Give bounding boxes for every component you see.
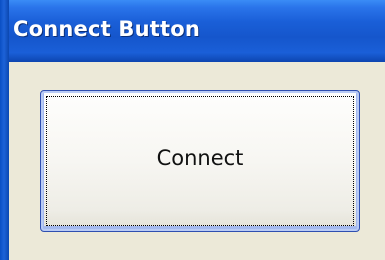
window-title: Connect Button: [13, 17, 200, 41]
window-left-border: [0, 0, 9, 260]
app-window: Connect Button Connect: [0, 0, 385, 260]
connect-button[interactable]: Connect: [40, 90, 360, 232]
connect-button-label: Connect: [156, 146, 244, 170]
title-bar[interactable]: Connect Button: [0, 0, 385, 62]
